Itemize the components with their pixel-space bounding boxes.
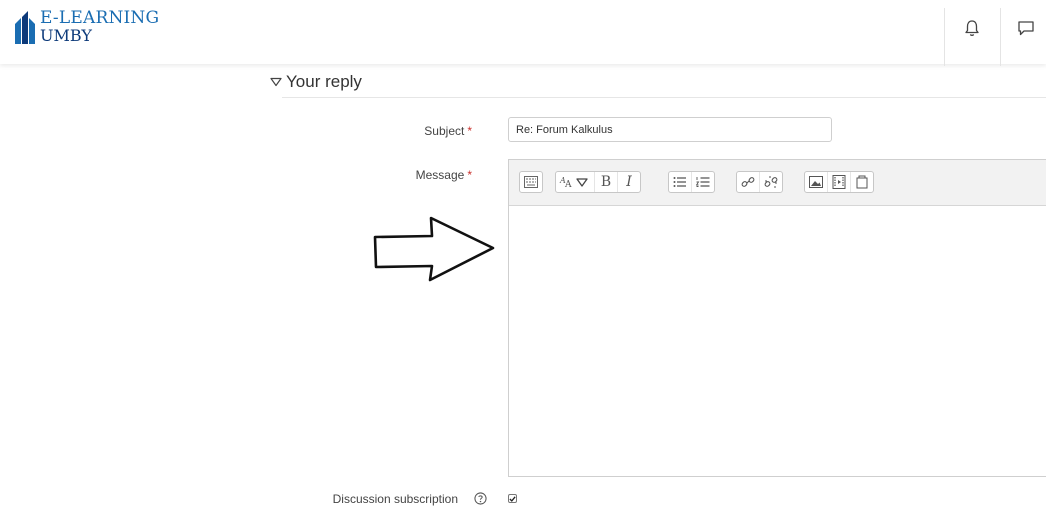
site-logo[interactable]: E-LEARNING UMBY — [14, 10, 159, 46]
required-icon: * — [467, 168, 472, 182]
discussion-subscription-checkbox[interactable] — [508, 494, 517, 503]
font-style-icon[interactable]: A A — [556, 172, 594, 192]
link-icon[interactable] — [737, 172, 759, 192]
toolbar-group-links — [736, 171, 783, 193]
top-navbar: E-LEARNING UMBY — [0, 0, 1046, 66]
logo-mark-icon — [15, 11, 35, 44]
manage-files-icon[interactable] — [850, 172, 873, 192]
insert-media-icon[interactable] — [827, 172, 850, 192]
header-divider — [944, 8, 945, 66]
svg-text:A: A — [564, 180, 572, 189]
unlink-icon[interactable] — [759, 172, 782, 192]
toolbar-group-lists — [668, 171, 715, 193]
your-reply-section-toggle[interactable]: Your reply — [270, 72, 362, 92]
ordered-list-icon[interactable] — [691, 172, 714, 192]
editor-toolbar: A A B I — [509, 160, 1046, 206]
header-divider — [1000, 8, 1001, 66]
checkmark-icon — [509, 495, 516, 502]
italic-icon[interactable]: I — [617, 172, 640, 192]
help-icon[interactable] — [474, 492, 487, 505]
logo-text-line2: UMBY — [40, 26, 92, 45]
toolbar-group-media — [804, 171, 874, 193]
annotation-arrow-icon — [373, 216, 495, 282]
show-more-buttons-icon[interactable] — [520, 172, 542, 192]
subject-label: Subject * — [424, 124, 472, 138]
message-editor: A A B I — [508, 159, 1046, 477]
required-icon: * — [467, 124, 472, 138]
section-divider — [282, 97, 1046, 98]
message-label: Message * — [415, 168, 472, 182]
editor-content-area[interactable] — [509, 206, 1046, 476]
discussion-subscription-label: Discussion subscription — [332, 492, 458, 506]
message-icon[interactable] — [1016, 18, 1036, 38]
insert-image-icon[interactable] — [805, 172, 827, 192]
bell-icon[interactable] — [962, 18, 982, 38]
logo-text-line1: E-LEARNING — [40, 8, 160, 28]
section-title: Your reply — [286, 72, 362, 91]
toolbar-group-more — [519, 171, 543, 193]
subject-input[interactable] — [508, 117, 832, 142]
caret-down-icon — [270, 77, 282, 87]
toolbar-group-style: A A B I — [555, 171, 641, 193]
bold-icon[interactable]: B — [594, 172, 617, 192]
unordered-list-icon[interactable] — [669, 172, 691, 192]
